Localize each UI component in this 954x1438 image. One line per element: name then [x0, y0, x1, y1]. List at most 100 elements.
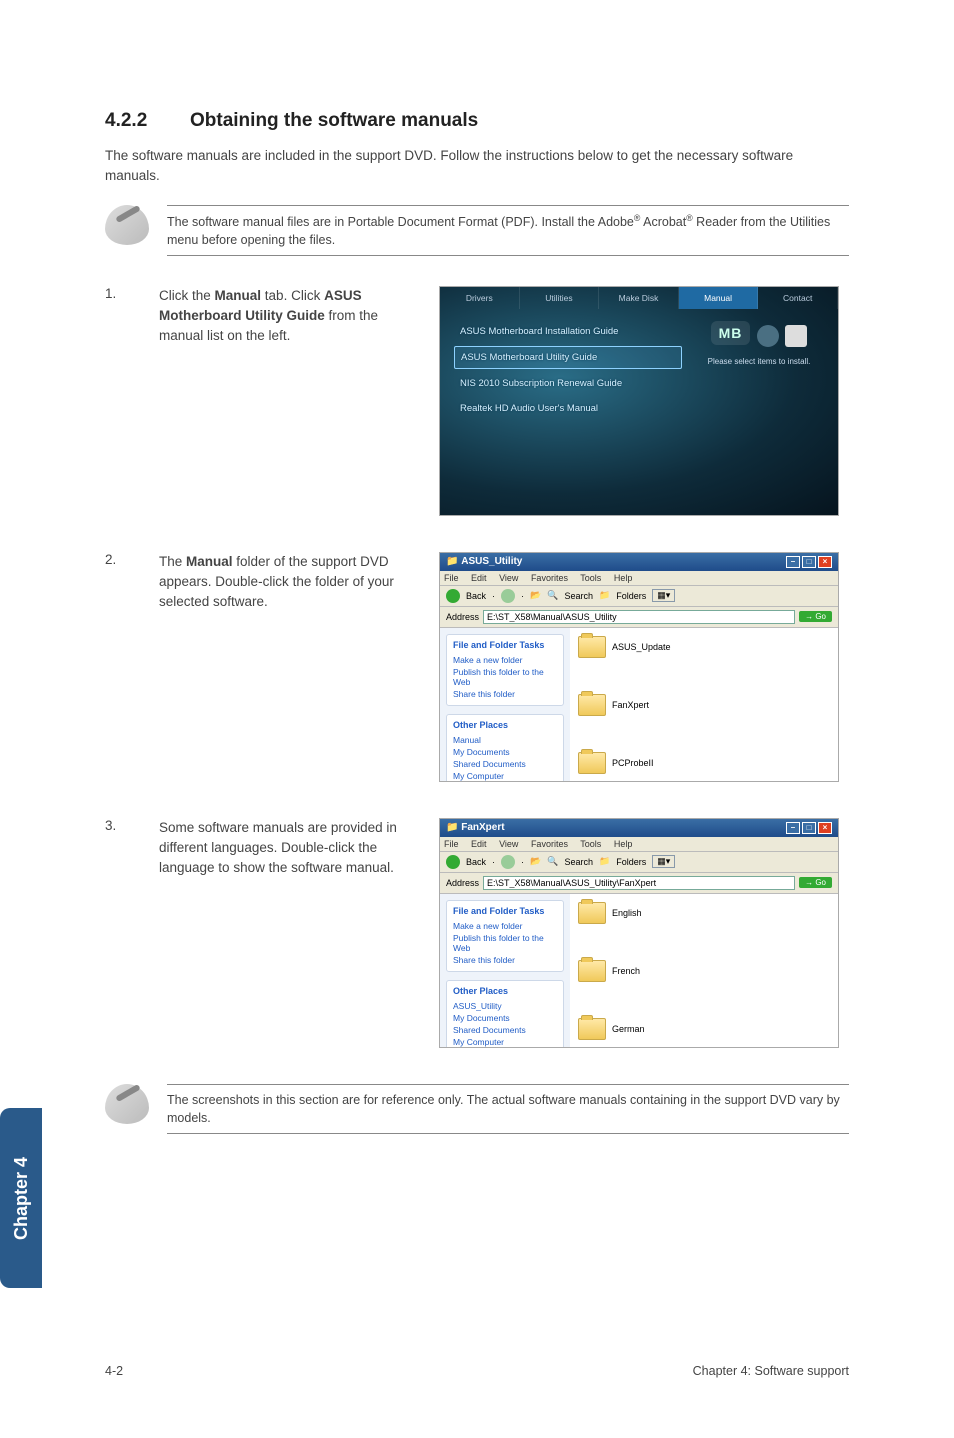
go-button[interactable]: → Go [799, 877, 832, 888]
go-button[interactable]: → Go [799, 611, 832, 622]
back-icon[interactable] [446, 855, 460, 869]
folders-label[interactable]: Folders [616, 857, 646, 867]
folders-icon[interactable]: 📁 [599, 590, 610, 601]
chapter-tab: Chapter 4 [0, 1108, 42, 1288]
manual-item[interactable]: Realtek HD Audio User's Manual [454, 398, 682, 419]
folder-item[interactable]: French [578, 960, 718, 982]
folder-icon: 📁 [446, 822, 458, 833]
installer-tabs: Drivers Utilities Make Disk Manual Conta… [440, 287, 838, 309]
places-header[interactable]: Other Places [453, 986, 557, 996]
search-icon[interactable]: 🔍 [547, 856, 558, 867]
folder-icon [578, 752, 606, 774]
explorer-screenshot-asus-utility: 📁 ASUS_Utility – □ × File Edit View Favo… [439, 552, 839, 782]
up-icon[interactable]: 📂 [530, 856, 541, 867]
views-icon[interactable]: ▦▾ [652, 589, 675, 602]
folder-item[interactable]: English [578, 902, 718, 924]
pencil-icon [105, 205, 149, 245]
address-input[interactable] [483, 610, 795, 624]
place-item[interactable]: My Documents [453, 746, 557, 758]
task-item[interactable]: Make a new folder [453, 654, 557, 666]
task-item[interactable]: Share this folder [453, 688, 557, 700]
tab-drivers[interactable]: Drivers [440, 287, 520, 309]
installer-screenshot: Drivers Utilities Make Disk Manual Conta… [439, 286, 839, 516]
search-label[interactable]: Search [564, 857, 593, 867]
step-number: 2. [105, 552, 139, 567]
mb-icon: MB [711, 321, 751, 345]
close-button[interactable]: × [818, 556, 832, 568]
step-2: 2. The Manual folder of the support DVD … [105, 552, 849, 782]
place-item[interactable]: My Computer [453, 1036, 557, 1048]
back-label[interactable]: Back [466, 857, 486, 867]
step-3: 3. Some software manuals are provided in… [105, 818, 849, 1048]
tasks-header[interactable]: File and Folder Tasks [453, 640, 557, 650]
places-header[interactable]: Other Places [453, 720, 557, 730]
back-icon[interactable] [446, 589, 460, 603]
menu-help[interactable]: Help [614, 839, 633, 849]
window-titlebar: 📁 ASUS_Utility – □ × [440, 553, 838, 571]
window-title: ASUS_Utility [461, 556, 522, 567]
menu-tools[interactable]: Tools [580, 573, 601, 583]
place-item[interactable]: Manual [453, 734, 557, 746]
note-text: The screenshots in this section are for … [167, 1085, 849, 1133]
place-item[interactable]: My Computer [453, 770, 557, 782]
minimize-button[interactable]: – [786, 556, 800, 568]
place-item[interactable]: Shared Documents [453, 1024, 557, 1036]
folders-label[interactable]: Folders [616, 591, 646, 601]
search-icon[interactable]: 🔍 [547, 590, 558, 601]
menu-file[interactable]: File [444, 573, 459, 583]
close-button[interactable]: × [818, 822, 832, 834]
footer-chapter: Chapter 4: Software support [693, 1364, 849, 1378]
menu-favorites[interactable]: Favorites [531, 839, 568, 849]
folder-item[interactable]: German [578, 1018, 718, 1040]
menu-file[interactable]: File [444, 839, 459, 849]
maximize-button[interactable]: □ [802, 556, 816, 568]
page-footer: 4-2 Chapter 4: Software support [105, 1364, 849, 1378]
views-icon[interactable]: ▦▾ [652, 855, 675, 868]
forward-icon[interactable] [501, 855, 515, 869]
toolbar: Back · · 📂 🔍Search 📁Folders ▦▾ [440, 586, 838, 607]
address-label: Address [446, 612, 479, 622]
task-item[interactable]: Publish this folder to the Web [453, 666, 557, 688]
menu-favorites[interactable]: Favorites [531, 573, 568, 583]
back-label[interactable]: Back [466, 591, 486, 601]
tab-contact[interactable]: Contact [758, 287, 838, 309]
menu-help[interactable]: Help [614, 573, 633, 583]
folder-icon [578, 1018, 606, 1040]
folder-item[interactable]: FanXpert [578, 694, 718, 716]
task-item[interactable]: Publish this folder to the Web [453, 932, 557, 954]
menu-edit[interactable]: Edit [471, 839, 487, 849]
menu-bar: File Edit View Favorites Tools Help [440, 837, 838, 852]
section-number: 4.2.2 [105, 110, 190, 132]
manual-item-selected[interactable]: ASUS Motherboard Utility Guide [454, 346, 682, 369]
menu-view[interactable]: View [499, 573, 518, 583]
disc-icon [757, 325, 779, 347]
forward-icon[interactable] [501, 589, 515, 603]
tasks-header[interactable]: File and Folder Tasks [453, 906, 557, 916]
manual-item[interactable]: NIS 2010 Subscription Renewal Guide [454, 373, 682, 394]
up-icon[interactable]: 📂 [530, 590, 541, 601]
minimize-button[interactable]: – [786, 822, 800, 834]
manual-item[interactable]: ASUS Motherboard Installation Guide [454, 321, 682, 342]
folder-icon [578, 694, 606, 716]
folder-item[interactable]: PCProbeII [578, 752, 718, 774]
place-item[interactable]: My Documents [453, 1012, 557, 1024]
task-item[interactable]: Share this folder [453, 954, 557, 966]
task-item[interactable]: Make a new folder [453, 920, 557, 932]
folder-item[interactable]: ASUS_Update [578, 636, 718, 658]
menu-tools[interactable]: Tools [580, 839, 601, 849]
address-input[interactable] [483, 876, 795, 890]
tab-utilities[interactable]: Utilities [520, 287, 600, 309]
folders-icon[interactable]: 📁 [599, 856, 610, 867]
place-item[interactable]: ASUS_Utility [453, 1000, 557, 1012]
maximize-button[interactable]: □ [802, 822, 816, 834]
search-label[interactable]: Search [564, 591, 593, 601]
menu-edit[interactable]: Edit [471, 573, 487, 583]
folder-icon [578, 636, 606, 658]
menu-view[interactable]: View [499, 839, 518, 849]
file-pane: ASUS_Update FanXpert PCProbeII [570, 628, 838, 782]
sidebar: File and Folder Tasks Make a new folder … [440, 628, 570, 782]
place-item[interactable]: Shared Documents [453, 758, 557, 770]
menu-bar: File Edit View Favorites Tools Help [440, 571, 838, 586]
tab-manual[interactable]: Manual [679, 287, 759, 309]
tab-makedisk[interactable]: Make Disk [599, 287, 679, 309]
